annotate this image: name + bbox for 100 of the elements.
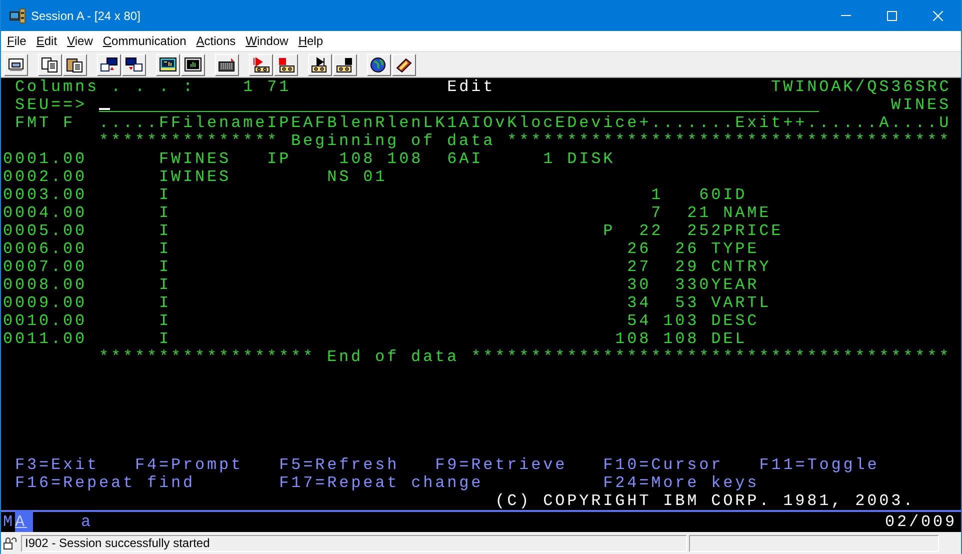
screen-text: I [159, 330, 172, 348]
screen-text: FWINES [159, 150, 232, 168]
function-key-hint: F5=Refresh [279, 456, 400, 474]
keyboard-icon [218, 56, 236, 72]
copyright-text: (C) COPYRIGHT IBM CORP. 1981, 2003. [495, 492, 916, 510]
screen-text: 26 TYPE [675, 240, 760, 258]
cursor-position: 02/009 [884, 512, 957, 533]
menu-item[interactable]: File [1, 32, 30, 50]
line-number: 0011.00 [3, 330, 88, 348]
line-number: 0004.00 [3, 204, 88, 222]
screen-text: 108 108 [339, 150, 424, 168]
status-indicator: a [81, 512, 94, 533]
display-icon [184, 56, 202, 72]
line-number: 0001.00 [3, 150, 88, 168]
line-number: 0006.00 [3, 240, 88, 258]
screen-text: 29 CNTRY [675, 258, 772, 276]
menu-item[interactable]: Actions [190, 32, 240, 50]
display-button[interactable] [181, 54, 205, 76]
screen-text: P [603, 222, 616, 240]
function-key-hint: F17=Repeat change [279, 474, 484, 492]
screen-text: 7 [651, 204, 664, 222]
screen-text: WINES [891, 96, 952, 114]
maximize-icon [887, 10, 897, 20]
screen-text: 22 [639, 222, 664, 240]
line-number: 0002.00 [3, 168, 88, 186]
screen-text: 53 VARTL [675, 294, 772, 312]
close-icon [933, 10, 943, 20]
text-cursor [99, 108, 110, 110]
screen-text: 27 [627, 258, 652, 276]
menu-item[interactable]: Help [292, 32, 327, 50]
display-icon [159, 56, 177, 72]
line-number: 0007.00 [3, 258, 88, 276]
function-key-hint: F3=Exit [15, 456, 100, 474]
line-number: 0010.00 [3, 312, 88, 330]
screen-text: 34 [627, 294, 652, 312]
menu-item[interactable]: Edit [30, 32, 62, 50]
line-number: 0005.00 [3, 222, 88, 240]
monitor-button[interactable] [4, 54, 28, 76]
menu-item[interactable]: Window [240, 32, 292, 50]
screen-text: 26 [627, 240, 652, 258]
screen-text: FMT F [15, 114, 76, 132]
screen-text: IWINES [159, 168, 232, 186]
screen-text: I [159, 312, 172, 330]
stop-icon [277, 56, 295, 72]
screen-text: 21 NAME [687, 204, 772, 222]
copy-button[interactable] [38, 54, 62, 76]
screen-text: 1 [651, 186, 664, 204]
function-key-hint: F16=Repeat find [15, 474, 196, 492]
record-icon [252, 56, 270, 72]
screen-text: 330YEAR [675, 276, 760, 294]
status-message: I902 - Session successfully started [21, 534, 687, 552]
cursor-indicator: A [15, 510, 34, 534]
function-key-hint: F9=Retrieve [435, 456, 568, 474]
screen-text: TWINOAK/QS36SRC [771, 78, 952, 96]
stop-icon [336, 56, 354, 72]
screen-text: 1 71 [243, 78, 292, 96]
screen-text: I [159, 204, 172, 222]
screen-text: 6AI [447, 150, 484, 168]
record-button[interactable] [249, 54, 273, 76]
play-button[interactable] [308, 54, 332, 76]
terminal-app-icon [9, 8, 27, 24]
screen-text: I [159, 276, 172, 294]
function-key-hint: F24=More keys [603, 474, 760, 492]
screen-text: SEU==> [15, 96, 88, 114]
menu-item[interactable]: Communication [96, 32, 190, 50]
paste-button[interactable] [63, 54, 87, 76]
screen-title: Edit [447, 78, 496, 96]
screen-text: I [159, 258, 172, 276]
screen-text: 54 103 DESC [627, 312, 760, 330]
display-button[interactable] [156, 54, 180, 76]
menu-item[interactable]: View [61, 32, 97, 50]
function-key-hint: F10=Cursor [603, 456, 724, 474]
function-key-hint: F11=Toggle [759, 456, 880, 474]
screen-text: *************** Beginning of data ************************************* [99, 132, 952, 150]
screen-text: Columns . . . : [15, 78, 196, 96]
stop-button[interactable] [333, 54, 357, 76]
receive-screen-icon [125, 56, 143, 72]
screen-text: I [159, 186, 172, 204]
send-screen-button[interactable] [97, 54, 121, 76]
screen-text: 60ID [699, 186, 748, 204]
globe-button[interactable] [367, 54, 391, 76]
function-key-hint: F4=Prompt [135, 456, 244, 474]
screen-text: 30 [627, 276, 652, 294]
screen-text: ****************** End of data **************************************** [99, 348, 952, 366]
copy-icon [41, 56, 59, 72]
stop-button[interactable] [274, 54, 298, 76]
send-screen-icon [100, 56, 118, 72]
window-title: Session A - [24 x 80] [31, 8, 140, 24]
lock-icon [3, 536, 19, 550]
receive-screen-button[interactable] [122, 54, 146, 76]
screen-text: I [159, 222, 172, 240]
line-number: 0009.00 [3, 294, 88, 312]
screen-text: I [159, 294, 172, 312]
minimize-icon [841, 15, 851, 16]
monitor-icon [7, 56, 25, 72]
screen-text: 252PRICE [687, 222, 784, 240]
play-icon [311, 56, 329, 72]
line-number: 0008.00 [3, 276, 88, 294]
screen-text: NS 01 [327, 168, 388, 186]
keyboard-button[interactable] [215, 54, 239, 76]
